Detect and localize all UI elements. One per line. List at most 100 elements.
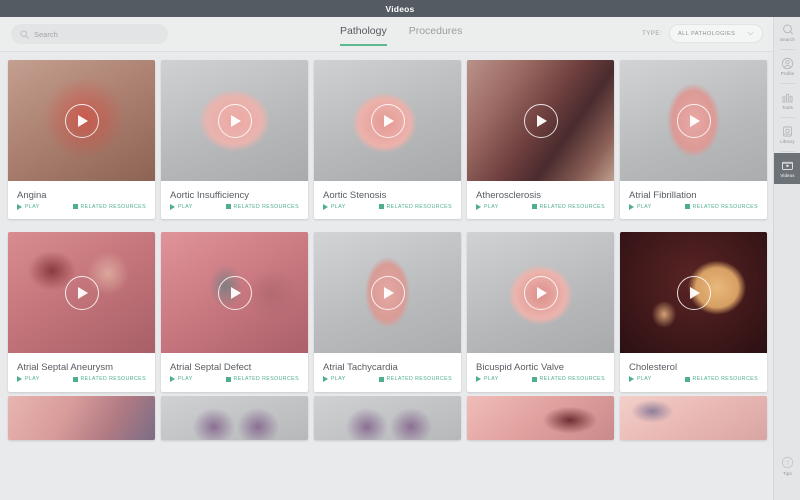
video-card[interactable]: Atherosclerosis PLAY RELATED RESOURCES <box>467 60 614 220</box>
play-button[interactable]: PLAY <box>17 203 40 210</box>
play-button[interactable]: PLAY <box>629 376 652 383</box>
related-resources-button[interactable]: RELATED RESOURCES <box>684 204 759 210</box>
video-thumbnail[interactable] <box>467 395 614 440</box>
video-grid-scroll[interactable]: Angina PLAY RELATED RESOURCES Aortic Insuff… <box>0 52 773 500</box>
type-filter-value: ALL PATHOLOGIES <box>678 30 736 37</box>
window-title: Videos <box>385 3 415 14</box>
video-card-body: Atrial Septal Aneurysm <box>8 353 155 373</box>
video-thumbnail[interactable] <box>8 60 155 181</box>
tab-pathology[interactable]: Pathology <box>340 26 387 46</box>
video-card[interactable]: Aortic Stenosis PLAY RELATED RESOURCES <box>314 60 461 220</box>
play-triangle-icon <box>323 376 328 383</box>
thumbnail-art-lung-closeup <box>8 395 155 440</box>
play-triangle-icon <box>78 114 88 127</box>
sidebar-item-tools[interactable]: Tools <box>774 85 800 116</box>
play-label: PLAY <box>637 203 652 210</box>
video-card[interactable] <box>620 395 767 440</box>
video-card-body: Atherosclerosis <box>467 181 614 201</box>
play-button[interactable]: PLAY <box>476 376 499 383</box>
video-grid-partial-row <box>0 395 773 444</box>
play-triangle-icon <box>78 286 88 299</box>
video-card[interactable] <box>314 395 461 440</box>
play-label: PLAY <box>25 376 40 383</box>
video-card[interactable]: Bicuspid Aortic Valve PLAY RELATED RESOURC… <box>467 232 614 392</box>
sidebar-item-search[interactable]: Search <box>774 17 800 48</box>
square-icon <box>531 204 537 210</box>
video-thumbnail[interactable] <box>8 395 155 440</box>
video-card[interactable] <box>161 395 308 440</box>
sidebar-item-label: Profile <box>780 71 795 76</box>
video-card-body: Aortic Stenosis <box>314 181 461 201</box>
related-resources-label: RELATED RESOURCES <box>386 376 452 383</box>
video-card[interactable]: Atrial Septal Aneurysm PLAY RELATED RESOUR… <box>8 232 155 392</box>
video-thumbnail[interactable] <box>314 60 461 181</box>
related-resources-button[interactable]: RELATED RESOURCES <box>684 376 759 383</box>
related-resources-button[interactable]: RELATED RESOURCES <box>378 376 453 383</box>
video-thumbnail[interactable] <box>314 395 461 440</box>
video-card[interactable]: Atrial Tachycardia PLAY RELATED RESOURCES <box>314 232 461 392</box>
play-triangle-icon <box>231 114 241 127</box>
video-card[interactable]: Cholesterol PLAY RELATED RESOURCES <box>620 232 767 392</box>
video-thumbnail[interactable] <box>8 232 155 354</box>
related-resources-button[interactable]: RELATED RESOURCES <box>72 204 147 210</box>
video-title: Aortic Stenosis <box>323 190 387 201</box>
video-card[interactable]: Atrial Fibrillation PLAY RELATED RESOURCES <box>620 60 767 220</box>
search-placeholder: Search <box>34 29 58 39</box>
video-thumbnail[interactable] <box>314 232 461 354</box>
square-icon <box>72 204 78 210</box>
search-input[interactable]: Search <box>11 24 168 44</box>
video-card-footer: PLAY RELATED RESOURCES <box>8 374 155 392</box>
video-thumbnail[interactable] <box>620 232 767 354</box>
play-triangle-icon <box>537 114 547 127</box>
video-card-body: Bicuspid Aortic Valve <box>467 353 614 373</box>
video-icon <box>782 161 793 170</box>
sidebar-item-label: Search <box>780 37 795 42</box>
video-card[interactable]: Angina PLAY RELATED RESOURCES <box>8 60 155 220</box>
related-resources-button[interactable]: RELATED RESOURCES <box>72 376 147 382</box>
sidebar-item-library[interactable]: Library <box>774 119 800 150</box>
play-button[interactable]: PLAY <box>170 376 193 383</box>
tools-icon <box>782 93 793 103</box>
video-card[interactable] <box>8 395 155 440</box>
video-card-footer: PLAY RELATED RESOURCES <box>314 374 461 392</box>
video-title: Atrial Septal Aneurysm <box>17 362 114 374</box>
related-resources-button[interactable]: RELATED RESOURCES <box>225 204 300 210</box>
video-thumbnail[interactable] <box>161 395 308 440</box>
video-card-footer: PLAY RELATED RESOURCES <box>161 201 308 219</box>
video-card-footer: PLAY RELATED RESOURCES <box>467 201 614 219</box>
sidebar-item-profile[interactable]: Profile <box>774 51 800 82</box>
tab-procedures[interactable]: Procedures <box>409 26 463 46</box>
video-thumbnail[interactable] <box>467 60 614 181</box>
play-button[interactable]: PLAY <box>629 203 652 210</box>
related-resources-button[interactable]: RELATED RESOURCES <box>531 204 606 210</box>
video-thumbnail[interactable] <box>467 232 614 354</box>
video-thumbnail[interactable] <box>161 232 308 354</box>
thumbnail-art-heart-chamber <box>467 395 614 440</box>
video-thumbnail[interactable] <box>620 60 767 181</box>
play-triangle-icon <box>629 203 634 210</box>
play-button[interactable]: PLAY <box>170 203 193 210</box>
video-card[interactable] <box>467 395 614 440</box>
play-button[interactable]: PLAY <box>476 203 499 210</box>
related-resources-button[interactable]: RELATED RESOURCES <box>531 376 606 382</box>
sidebar-item-videos[interactable]: Videos <box>774 153 800 184</box>
play-button[interactable]: PLAY <box>17 376 40 383</box>
sidebar-divider <box>779 151 795 152</box>
play-button[interactable]: PLAY <box>323 376 346 383</box>
related-resources-label: RELATED RESOURCES <box>692 376 758 383</box>
video-thumbnail[interactable] <box>620 395 767 440</box>
video-title: Bicuspid Aortic Valve <box>476 362 565 374</box>
square-icon <box>684 376 690 382</box>
type-filter-select[interactable]: ALL PATHOLOGIES <box>669 24 763 43</box>
related-resources-button[interactable]: RELATED RESOURCES <box>378 204 453 210</box>
app-window: Videos Search Pathology Procedures TYPE:… <box>0 0 800 500</box>
play-label: PLAY <box>331 376 346 383</box>
video-card[interactable]: Aortic Insufficiency PLAY RELATED RESOURCE… <box>161 60 308 220</box>
video-grid: Angina PLAY RELATED RESOURCES Aortic Insuff… <box>0 56 773 396</box>
video-card[interactable]: Atrial Septal Defect PLAY RELATED RESOURCE… <box>161 232 308 392</box>
related-resources-button[interactable]: RELATED RESOURCES <box>225 376 300 382</box>
video-thumbnail[interactable] <box>161 60 308 181</box>
tips-button[interactable]: ? Tips <box>774 456 800 476</box>
play-button[interactable]: PLAY <box>323 203 346 210</box>
play-triangle-icon <box>384 286 394 299</box>
